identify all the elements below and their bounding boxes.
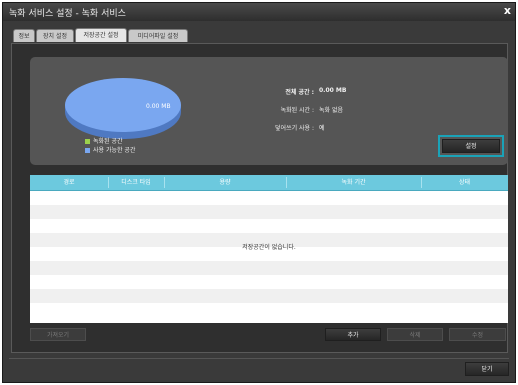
table-row: [30, 303, 508, 317]
footer-divider: [9, 358, 509, 359]
column-header-path[interactable]: 경로: [30, 175, 108, 190]
column-header-record-period[interactable]: 녹화 기간: [286, 175, 421, 190]
table-row: [30, 289, 508, 303]
overwrite-value: 예: [319, 125, 325, 132]
column-header-capacity[interactable]: 용량: [164, 175, 286, 190]
table-header: 경로 디스크 타입 용량 녹화 기간 상태: [30, 175, 508, 191]
settings-window: 녹화 서비스 설정 - 녹화 서비스 x 정보 장치 설정 저장공간 설정 미디…: [2, 2, 516, 383]
settings-button-highlight: 설정: [438, 135, 504, 157]
close-icon[interactable]: x: [504, 4, 511, 17]
column-header-status[interactable]: 상태: [421, 175, 508, 190]
pie-value-label: 0.00 MB: [146, 103, 171, 110]
legend-swatch-recorded: [85, 139, 90, 144]
window-title: 녹화 서비스 설정 - 녹화 서비스: [9, 9, 126, 19]
storage-settings-panel: 0.00 MB 녹화된 공간 사용 가능한 공간 전체 공간 : 0.00 MB…: [11, 43, 508, 353]
legend-available: 사용 가능한 공간: [85, 145, 135, 154]
tab-info[interactable]: 정보: [13, 29, 35, 42]
storage-pie-chart: 0.00 MB: [65, 78, 181, 139]
table-row: [30, 261, 508, 275]
column-header-disk-type[interactable]: 디스크 타입: [108, 175, 164, 190]
empty-table-message: 저장공간이 없습니다.: [242, 244, 296, 251]
edit-button[interactable]: 수정: [449, 328, 506, 341]
table-row: [30, 219, 508, 233]
settings-button[interactable]: 설정: [442, 139, 500, 153]
storage-table: 경로 디스크 타입 용량 녹화 기간 상태 저장공간이 없습니다.: [30, 175, 508, 323]
import-button[interactable]: 가져오기: [30, 328, 86, 341]
legend-label-recorded: 녹화된 공간: [93, 138, 123, 145]
table-row: [30, 191, 508, 205]
recorded-time-label: 녹화된 시간 :: [280, 107, 314, 114]
table-row: [30, 275, 508, 289]
tab-storage-settings[interactable]: 저장공간 설정: [75, 28, 127, 42]
delete-button[interactable]: 삭제: [387, 328, 443, 341]
close-button[interactable]: 닫기: [465, 362, 509, 376]
total-space-label: 전체 공간 :: [285, 89, 314, 96]
recorded-time-value: 녹화 없음: [319, 107, 343, 114]
tab-device-settings[interactable]: 장치 설정: [36, 29, 74, 42]
legend-label-available: 사용 가능한 공간: [93, 147, 136, 154]
tab-media-file-settings[interactable]: 미디어파일 설정: [128, 29, 188, 42]
storage-summary: 0.00 MB 녹화된 공간 사용 가능한 공간 전체 공간 : 0.00 MB…: [30, 57, 508, 165]
overwrite-label: 덮어쓰기 사용 :: [275, 125, 314, 132]
legend-recorded: 녹화된 공간: [85, 136, 123, 145]
table-row: [30, 205, 508, 219]
legend-swatch-available: [85, 148, 90, 153]
total-space-value: 0.00 MB: [319, 87, 347, 94]
add-button[interactable]: 추가: [325, 328, 381, 341]
title-bar[interactable]: 녹화 서비스 설정 - 녹화 서비스 x: [3, 3, 515, 21]
